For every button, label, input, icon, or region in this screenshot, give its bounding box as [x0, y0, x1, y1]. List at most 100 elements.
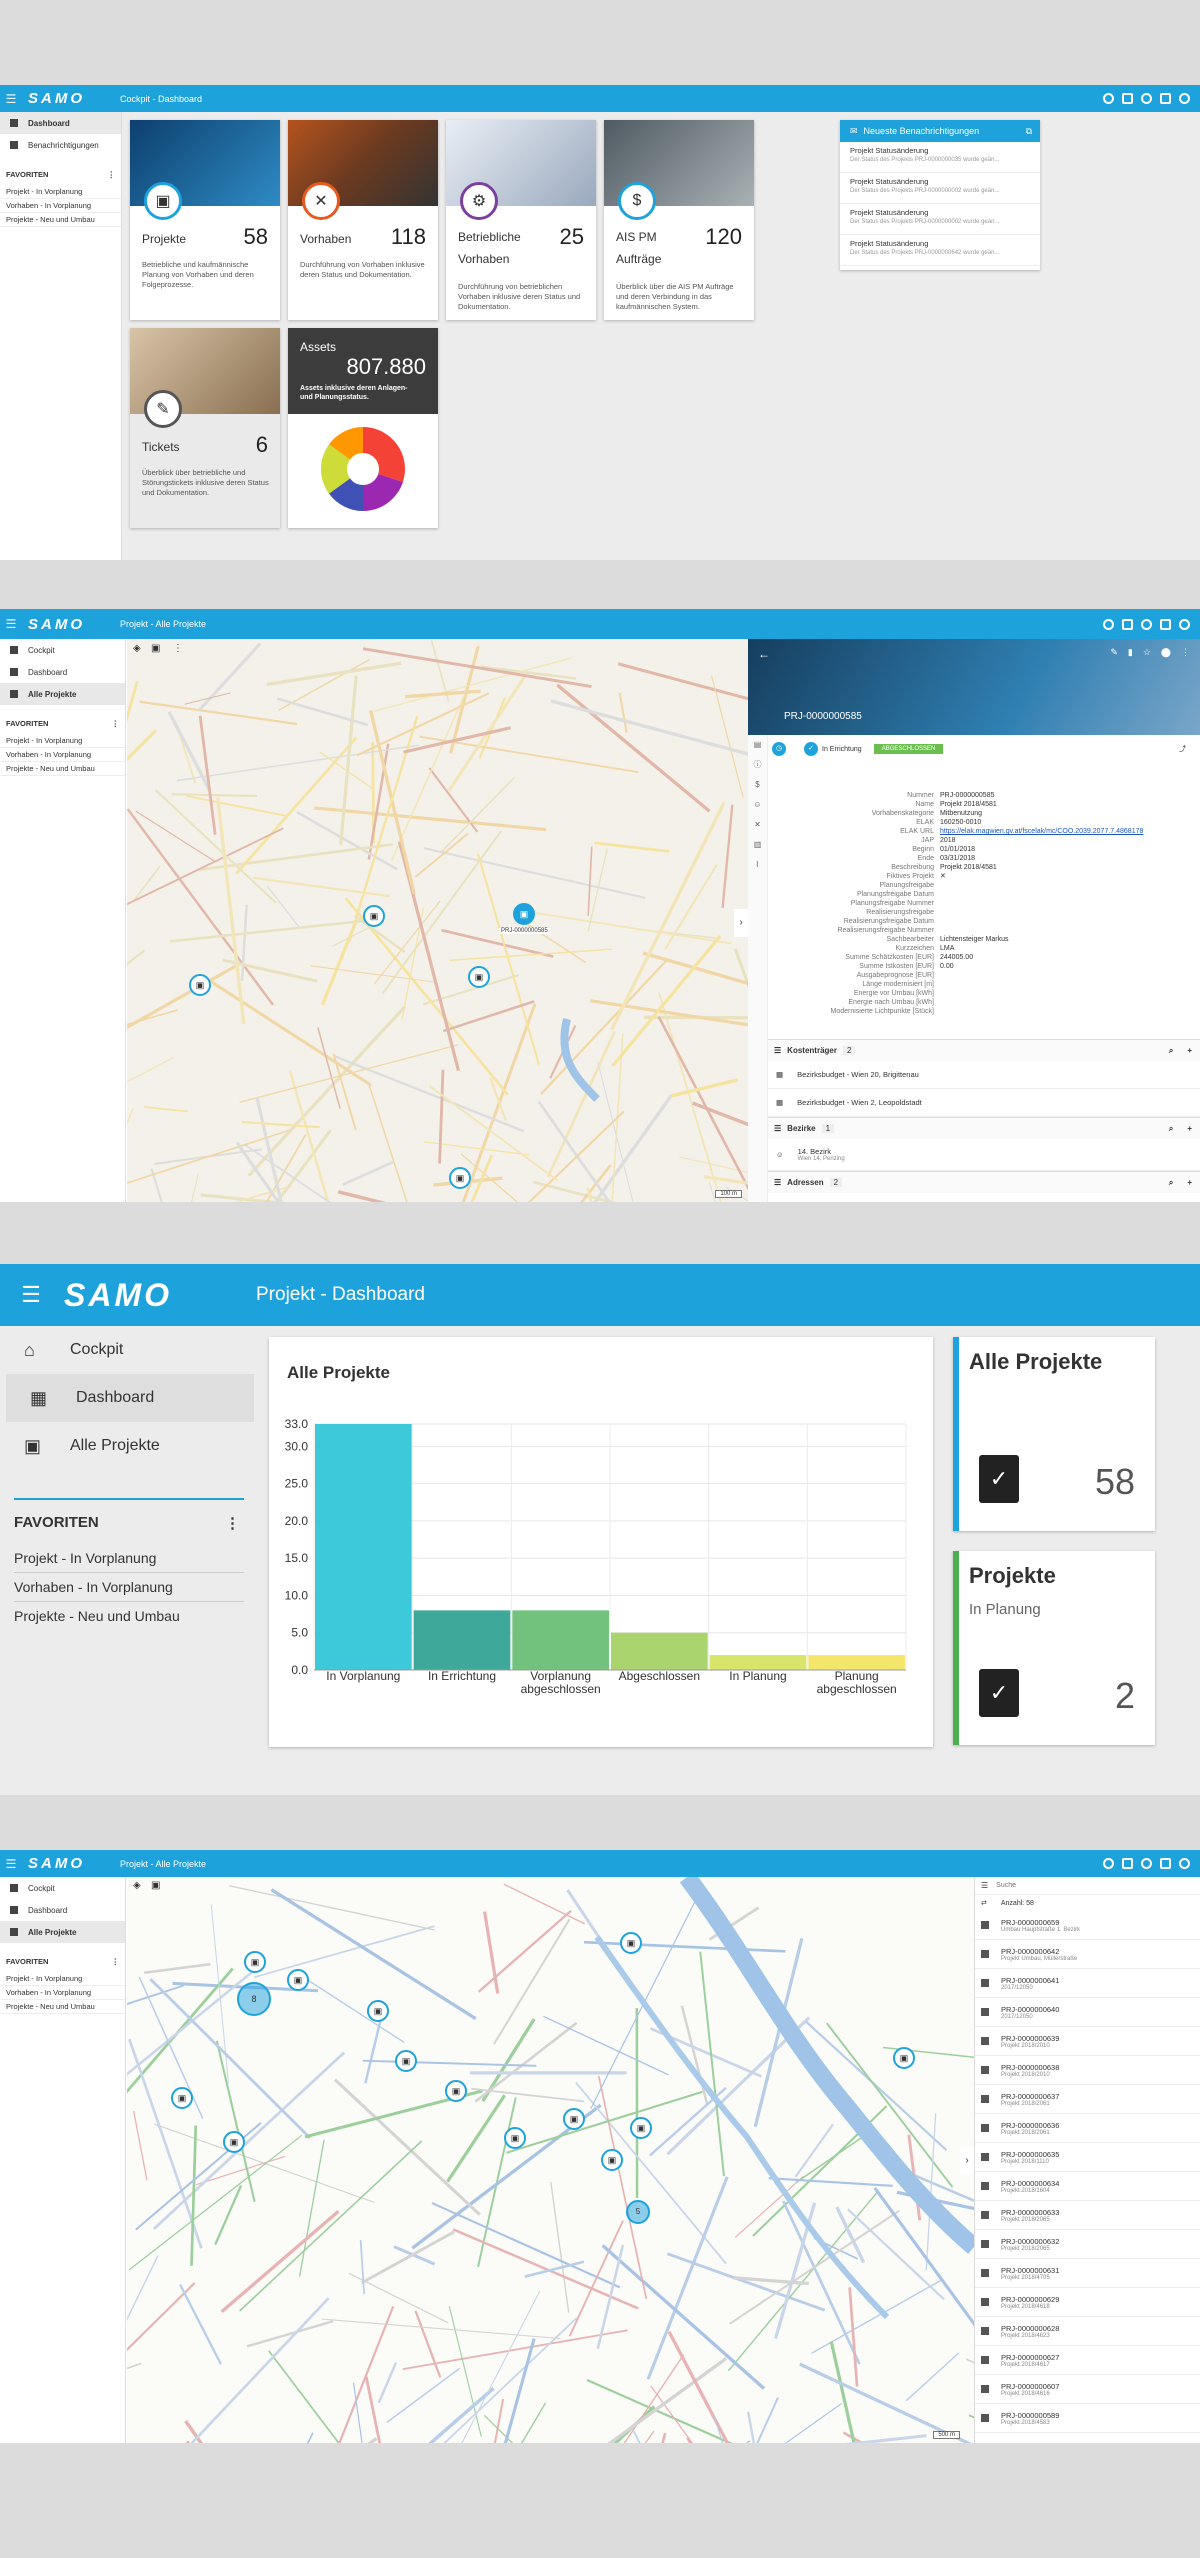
result-item[interactable]: PRJ-0000000635 Projekt 2018/1110 — [975, 2143, 1200, 2172]
add-icon[interactable]: + — [1187, 1124, 1192, 1133]
person-tab-icon[interactable]: ☺ — [748, 795, 767, 815]
search-icon[interactable]: ⌕ — [1169, 1046, 1173, 1056]
sidebar-item-benachrichtigungen[interactable]: Benachrichtigungen — [0, 134, 121, 156]
info-tab-icon[interactable]: ⓘ — [748, 755, 767, 775]
map-project-marker[interactable]: ▣ — [223, 2131, 245, 2153]
add-icon[interactable] — [1103, 618, 1114, 630]
card-tickets[interactable]: ✎ Tickets 6 Überblick über betriebliche … — [130, 328, 280, 528]
map-project-marker[interactable]: ▣ — [244, 1951, 266, 1973]
list-item[interactable]: ▦ Bezirksbudget - Wien 2, Leopoldstadt — [768, 1089, 1200, 1117]
collapse-panel-button[interactable]: › — [960, 2147, 974, 2175]
result-item[interactable]: PRJ-0000000627 Projekt 2018/4617 — [975, 2346, 1200, 2375]
notification-icon[interactable] — [1160, 618, 1171, 630]
trend-icon[interactable]: ⤴ — [1179, 744, 1186, 754]
more-icon[interactable]: ⋮ — [225, 1514, 240, 1532]
result-item[interactable]: PRJ-0000000628 Projekt 2018/4623 — [975, 2317, 1200, 2346]
history-icon[interactable] — [1141, 618, 1152, 630]
map-project-marker[interactable]: ▣ — [171, 2087, 193, 2109]
account-icon[interactable] — [1179, 1858, 1190, 1869]
layer-icon[interactable]: ◈ — [133, 643, 141, 654]
card-ais-pm[interactable]: $ AIS PM Aufträge 120 Überblick über die… — [604, 120, 754, 320]
result-item[interactable]: PRJ-0000000641 2017/12050 — [975, 1969, 1200, 1998]
section-header[interactable]: ☰ Adressen 2 ⌕ + — [768, 1171, 1200, 1193]
notification-icon[interactable] — [1160, 93, 1171, 104]
edit-icon[interactable]: ✎ — [1110, 647, 1118, 658]
result-item[interactable]: PRJ-0000000589 Projekt 2018/4583 — [975, 2404, 1200, 2433]
section-header[interactable]: ☰ Bezirke 1 ⌕ + — [768, 1117, 1200, 1139]
result-item[interactable]: PRJ-0000000659 Umbau Hauptstraße 1. Bezir… — [975, 1911, 1200, 1940]
favorite-item[interactable]: Projekte - Neu und Umbau — [14, 1602, 244, 1630]
add-icon[interactable] — [1103, 1858, 1114, 1869]
add-icon[interactable]: + — [1187, 1046, 1192, 1055]
map-view[interactable]: ◈ ▣ ▣ ▣ ▣ ▣ ▣ ▣ ▣ ▣ ▣ ▣ ▣ ▣ ▣ 8 5 500 m › — [127, 1877, 974, 2443]
briefcase-filter-icon[interactable]: ▣ — [151, 643, 160, 654]
delete-icon[interactable]: ▮ — [1128, 647, 1133, 658]
notification-item[interactable]: Projekt Statusänderung Der Status des Pro… — [840, 142, 1040, 173]
sidebar-item-dashboard[interactable]: Dashboard — [0, 661, 125, 683]
notification-icon[interactable] — [1160, 1858, 1171, 1869]
favorite-item[interactable]: Vorhaben - In Vorplanung — [0, 1986, 125, 2000]
search-icon[interactable]: ⌕ — [1169, 1178, 1173, 1188]
card-projekte[interactable]: ▣ Projekte 58 Betriebliche und kaufmänni… — [130, 120, 280, 320]
list-item[interactable]: ☺ 14. Bezirk Wien 14, Penzing — [768, 1139, 1200, 1171]
more-icon[interactable]: ⋮ — [173, 643, 183, 654]
sidebar-item-dashboard[interactable]: Dashboard — [0, 1899, 125, 1921]
status-chip[interactable]: ABGESCHLOSSEN — [873, 744, 944, 754]
menu-icon[interactable]: ☰ — [0, 92, 22, 106]
map-cluster[interactable]: 8 — [237, 1982, 271, 2016]
result-item[interactable]: PRJ-0000000634 Projekt 2018/1604 — [975, 2172, 1200, 2201]
map-cluster[interactable]: 5 — [626, 2200, 650, 2224]
document-tab-icon[interactable]: ▥ — [748, 835, 767, 855]
add-icon[interactable]: + — [1187, 1178, 1192, 1187]
map-project-marker[interactable]: ▣ — [367, 2000, 389, 2022]
detail-field-value[interactable]: https://elak.magwien.gv.at/fscelak/mc/CO… — [940, 827, 1143, 836]
edit-icon[interactable] — [1103, 93, 1114, 104]
kpi-card-alle-projekte[interactable]: Alle Projekte ✓ 58 — [953, 1337, 1155, 1531]
attachment-tab-icon[interactable]: ⌇ — [748, 855, 767, 875]
sidebar-item-dashboard[interactable]: ▦ Dashboard — [6, 1374, 254, 1422]
map-project-marker[interactable]: ▣ — [468, 966, 490, 988]
sidebar-item-dashboard[interactable]: Dashboard — [0, 112, 121, 134]
map-project-marker[interactable]: ▣ — [601, 2149, 623, 2171]
cart-icon[interactable] — [1122, 1858, 1133, 1869]
briefcase-filter-icon[interactable]: ▣ — [151, 1880, 160, 1891]
map-project-marker[interactable]: ▣ — [504, 2127, 526, 2149]
sidebar-item-cockpit[interactable]: Cockpit — [0, 1877, 125, 1899]
collapse-panel-button[interactable]: › — [734, 909, 748, 937]
map-project-marker[interactable]: ▣ — [445, 2080, 467, 2102]
result-item[interactable]: PRJ-0000000607 Projekt 2018/4616 — [975, 2375, 1200, 2404]
more-icon[interactable]: ⋮ — [108, 170, 116, 179]
layer-icon[interactable]: ◈ — [133, 1880, 141, 1891]
sidebar-item-alle-projekte[interactable]: ▣ Alle Projekte — [0, 1422, 260, 1470]
more-icon[interactable]: ⋮ — [112, 1957, 120, 1966]
notification-item[interactable]: Projekt Statusänderung Der Status des Pro… — [840, 235, 1040, 266]
favorite-item[interactable]: Projekte - Neu und Umbau — [0, 762, 125, 776]
result-item[interactable]: PRJ-0000000640 2017/12050 — [975, 1998, 1200, 2027]
card-betriebliche-vorhaben[interactable]: ⚙ Betriebliche Vorhaben 25 Durchführung … — [446, 120, 596, 320]
menu-icon[interactable]: ☰ — [0, 617, 22, 631]
map-project-marker[interactable]: ▣ — [449, 1167, 471, 1189]
cost-tab-icon[interactable]: $ — [748, 775, 767, 795]
history-icon[interactable] — [1141, 1858, 1152, 1869]
favorite-item[interactable]: Vorhaben - In Vorplanung — [0, 199, 121, 213]
sort-icon[interactable]: ⇄ — [981, 1899, 987, 1907]
favorite-item[interactable]: Vorhaben - In Vorplanung — [14, 1573, 244, 1602]
result-item[interactable]: PRJ-0000000638 Projekt 2018/2010 — [975, 2056, 1200, 2085]
map-project-marker[interactable]: ▣ — [189, 974, 211, 996]
result-item[interactable]: PRJ-0000000629 Projekt 2018/4618 — [975, 2288, 1200, 2317]
search-input[interactable] — [996, 1882, 1177, 1889]
map-project-marker[interactable]: ▣ — [893, 2047, 915, 2069]
favorite-icon[interactable]: ☆ — [1143, 647, 1151, 658]
favorite-item[interactable]: Projekte - Neu und Umbau — [0, 2000, 125, 2014]
sidebar-item-alle-projekte[interactable]: Alle Projekte — [0, 683, 125, 705]
favorite-item[interactable]: Projekt - In Vorplanung — [0, 1972, 125, 1986]
open-icon[interactable]: ⧉ — [1026, 126, 1032, 137]
location-icon[interactable]: ⬤ — [1161, 647, 1171, 658]
cart-icon[interactable] — [1122, 93, 1133, 104]
map-project-marker[interactable]: ▣ — [620, 1932, 642, 1954]
notification-item[interactable]: Projekt Statusänderung Der Status des Pro… — [840, 173, 1040, 204]
menu-icon[interactable]: ☰ — [0, 1857, 22, 1871]
notification-item[interactable]: Projekt Statusänderung Der Status des Pro… — [840, 204, 1040, 235]
favorite-item[interactable]: Projekt - In Vorplanung — [14, 1544, 244, 1573]
section-header[interactable]: ☰ Kostenträger 2 ⌕ + — [768, 1039, 1200, 1061]
